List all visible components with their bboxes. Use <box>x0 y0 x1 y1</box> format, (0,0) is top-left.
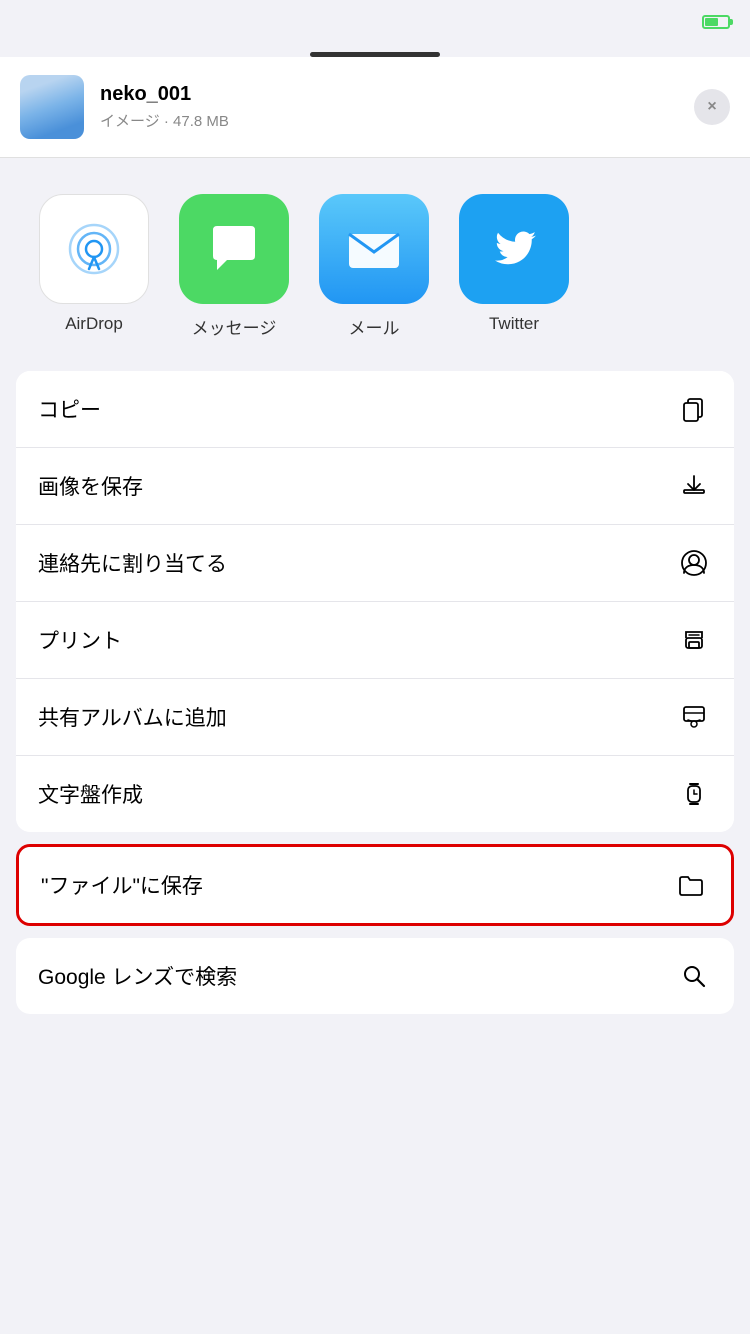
action-watch-face[interactable]: 文字盤作成 <box>16 756 734 832</box>
share-sheet: neko_001 イメージ · 47.8 MB × AirDrop <box>0 57 750 1056</box>
action-assign-contact[interactable]: 連絡先に割り当てる <box>16 525 734 602</box>
app-item-mail[interactable]: メール <box>304 194 444 339</box>
mail-icon-bg <box>319 194 429 304</box>
bottom-action-list: Google レンズで検索 <box>16 938 734 1014</box>
status-bar <box>0 0 750 44</box>
drag-bar <box>0 44 750 57</box>
copy-icon <box>680 395 708 423</box>
mail-svg <box>341 216 407 282</box>
shared-album-icon-wrap <box>676 699 712 735</box>
google-lens-label: Google レンズで検索 <box>38 961 237 991</box>
file-info: イメージ · 47.8 MB <box>100 110 678 131</box>
action-save-files[interactable]: "ファイル"に保存 <box>19 847 731 923</box>
close-button[interactable]: × <box>694 89 730 125</box>
shared-album-icon <box>680 703 708 731</box>
save-image-icon-wrap <box>676 468 712 504</box>
action-list: コピー 画像を保存 連絡先に割り当てる <box>16 371 734 832</box>
save-files-wrapper: "ファイル"に保存 <box>16 844 734 926</box>
action-save-image[interactable]: 画像を保存 <box>16 448 734 525</box>
messages-svg <box>203 218 265 280</box>
search-icon <box>680 962 708 990</box>
copy-label: コピー <box>38 394 101 424</box>
thumbnail <box>20 75 84 139</box>
messages-icon-bg <box>179 194 289 304</box>
print-label: プリント <box>38 625 122 655</box>
assign-contact-icon-wrap <box>676 545 712 581</box>
shared-album-label: 共有アルバムに追加 <box>38 702 227 732</box>
file-name: neko_001 <box>100 83 678 106</box>
header-text: neko_001 イメージ · 47.8 MB <box>100 83 678 131</box>
save-files-label: "ファイル"に保存 <box>41 870 203 900</box>
close-icon: × <box>707 98 716 116</box>
print-icon-wrap <box>676 622 712 658</box>
watch-face-icon-wrap <box>676 776 712 812</box>
google-lens-icon-wrap <box>676 958 712 994</box>
save-image-label: 画像を保存 <box>38 471 143 501</box>
print-icon <box>680 626 708 654</box>
copy-icon-wrap <box>676 391 712 427</box>
airdrop-label: AirDrop <box>65 314 123 334</box>
app-item-airdrop[interactable]: AirDrop <box>24 194 164 339</box>
action-google-lens[interactable]: Google レンズで検索 <box>16 938 734 1014</box>
twitter-svg <box>482 217 546 281</box>
app-item-twitter[interactable]: Twitter <box>444 194 584 339</box>
twitter-label: Twitter <box>489 314 539 334</box>
action-copy[interactable]: コピー <box>16 371 734 448</box>
action-print[interactable]: プリント <box>16 602 734 679</box>
apps-row: AirDrop メッセージ メール <box>0 174 750 359</box>
airdrop-svg <box>61 216 127 282</box>
mail-label: メール <box>349 314 400 339</box>
assign-contact-icon <box>680 549 708 577</box>
share-header: neko_001 イメージ · 47.8 MB × <box>0 57 750 158</box>
watch-face-label: 文字盤作成 <box>38 779 143 809</box>
twitter-icon-bg <box>459 194 569 304</box>
assign-contact-label: 連絡先に割り当てる <box>38 548 227 578</box>
action-shared-album[interactable]: 共有アルバムに追加 <box>16 679 734 756</box>
battery-indicator <box>702 15 730 29</box>
folder-icon <box>677 871 705 899</box>
app-item-messages[interactable]: メッセージ <box>164 194 304 339</box>
save-files-icon-wrap <box>673 867 709 903</box>
airdrop-icon-bg <box>39 194 149 304</box>
save-image-icon <box>680 472 708 500</box>
watch-face-icon <box>680 780 708 808</box>
messages-label: メッセージ <box>192 314 277 339</box>
